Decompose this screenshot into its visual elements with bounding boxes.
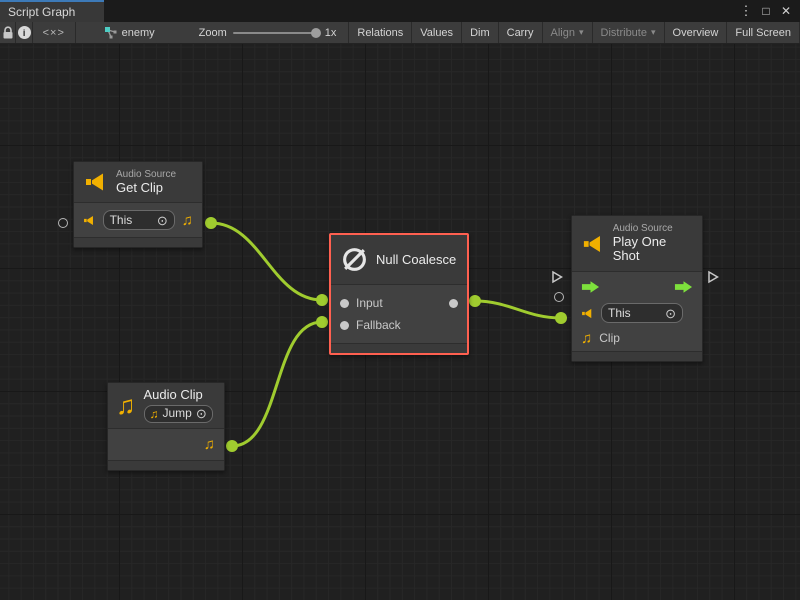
node-footer: [74, 237, 202, 247]
values-button[interactable]: Values: [412, 22, 462, 43]
this-dropdown[interactable]: This ⊙: [601, 303, 683, 323]
zoom-slider[interactable]: [233, 32, 319, 34]
flow-out-arrow-icon[interactable]: [674, 280, 693, 294]
input-port[interactable]: [340, 299, 349, 308]
audio-clip-output-icon[interactable]: ♫: [182, 213, 193, 228]
graph-name: enemy: [122, 27, 155, 39]
wire-endpoint[interactable]: [205, 217, 217, 229]
tab-script-graph[interactable]: Script Graph: [0, 0, 104, 22]
chevron-down-icon: ▾: [579, 27, 584, 38]
tab-bar: Script Graph ⋮ □ ✕: [0, 0, 800, 22]
lock-icon: [1, 25, 15, 40]
wire-endpoint[interactable]: [316, 316, 328, 328]
wire-endpoint[interactable]: [226, 440, 238, 452]
node-footer: [108, 460, 224, 470]
zoom-slider-handle[interactable]: [311, 28, 321, 38]
window-controls: ⋮ □ ✕: [738, 0, 800, 22]
distribute-button: Distribute ▾: [593, 22, 665, 43]
node-title: Get Clip: [116, 181, 176, 196]
wire-getclip-to-input[interactable]: [211, 223, 322, 300]
close-icon[interactable]: ✕: [778, 4, 794, 18]
flow-port-row: [572, 272, 702, 301]
node-title: Play One Shot: [613, 235, 692, 265]
this-port-row: This ⊙: [572, 301, 702, 325]
node-audio-clip[interactable]: ♫ Audio Clip ♫ Jump ⊙ ♫: [107, 382, 225, 471]
flow-in-arrow-icon[interactable]: [581, 280, 600, 294]
audio-clip-icon: ♫: [116, 392, 136, 418]
audio-source-icon: [581, 307, 594, 320]
node-title: Audio Clip: [144, 388, 213, 403]
code-view-button[interactable]: <×>: [33, 22, 76, 43]
graph-canvas[interactable]: Audio Source Get Clip This ⊙ ♫: [0, 44, 800, 600]
node-category: Audio Source: [613, 223, 692, 235]
node-null-coalesce[interactable]: Null Coalesce Input Fallback: [329, 233, 469, 355]
window-menu-icon[interactable]: ⋮: [738, 3, 754, 19]
zoom-label: Zoom: [199, 27, 227, 39]
node-footer: [331, 343, 467, 353]
overview-button[interactable]: Overview: [665, 22, 728, 43]
tab-label: Script Graph: [8, 5, 75, 19]
node-header[interactable]: Audio Source Play One Shot: [572, 216, 702, 272]
info-icon: i: [18, 26, 31, 39]
toolbar-buttons: Relations Values Dim Carry Align ▾ Distr…: [349, 22, 800, 43]
get-clip-this-port[interactable]: [58, 218, 68, 228]
wire-audioclip-to-fallback[interactable]: [232, 322, 322, 446]
node-header[interactable]: Audio Source Get Clip: [74, 162, 202, 203]
dim-button[interactable]: Dim: [462, 22, 499, 43]
chevron-down-icon: ▾: [651, 27, 656, 38]
wire-output-to-clip[interactable]: [475, 301, 561, 318]
object-picker-icon[interactable]: ⊙: [196, 407, 207, 420]
zoom-control: Zoom 1x: [191, 22, 350, 43]
play-one-shot-this-port[interactable]: [554, 292, 564, 302]
align-button: Align ▾: [543, 22, 593, 43]
maximize-icon[interactable]: □: [758, 4, 774, 18]
object-picker-icon[interactable]: ⊙: [157, 214, 168, 227]
node-port-row: This ⊙ ♫: [74, 203, 202, 237]
graph-breadcrumb[interactable]: enemy: [94, 22, 165, 43]
music-note-icon: ♫: [150, 408, 159, 420]
wire-endpoint[interactable]: [469, 295, 481, 307]
node-port-row: ♫: [108, 429, 224, 460]
script-graph-window: Script Graph ⋮ □ ✕ i <×>: [0, 0, 800, 600]
music-note-icon: ♫: [581, 331, 592, 346]
node-title: Null Coalesce: [376, 252, 456, 267]
lock-button[interactable]: [0, 22, 16, 43]
clip-port-row: ♫ Clip: [572, 325, 702, 351]
wire-endpoint[interactable]: [316, 294, 328, 306]
wire-endpoint[interactable]: [555, 312, 567, 324]
zoom-value: 1x: [325, 27, 337, 39]
fullscreen-button[interactable]: Full Screen: [727, 22, 800, 43]
carry-button[interactable]: Carry: [499, 22, 543, 43]
output-port[interactable]: [449, 299, 458, 308]
object-picker-icon[interactable]: ⊙: [665, 307, 676, 320]
audio-source-icon: [582, 232, 605, 256]
graph-toolbar: i <×> enemy Zoom 1x Relations Values: [0, 22, 800, 44]
null-coalesce-icon: [341, 246, 368, 273]
audio-source-icon: [83, 214, 96, 227]
code-icon: <×>: [43, 27, 65, 39]
input-port-row: Input: [331, 292, 467, 314]
graph-icon: [104, 26, 117, 39]
node-play-one-shot[interactable]: Audio Source Play One Shot This ⊙: [571, 215, 703, 362]
info-button[interactable]: i: [16, 22, 32, 43]
play-one-shot-flow-out-port[interactable]: [707, 270, 719, 284]
node-footer: [572, 351, 702, 361]
node-header[interactable]: ♫ Audio Clip ♫ Jump ⊙: [108, 383, 224, 429]
this-dropdown[interactable]: This ⊙: [103, 210, 175, 230]
relations-button[interactable]: Relations: [349, 22, 412, 43]
play-one-shot-flow-in-port[interactable]: [551, 270, 563, 284]
node-category: Audio Source: [116, 169, 176, 181]
node-get-clip[interactable]: Audio Source Get Clip This ⊙ ♫: [73, 161, 203, 248]
audio-source-icon: [84, 170, 108, 194]
fallback-port-row: Fallback: [331, 314, 467, 336]
audio-clip-output-icon[interactable]: ♫: [204, 437, 215, 452]
audio-clip-field[interactable]: ♫ Jump ⊙: [144, 405, 213, 423]
node-header[interactable]: Null Coalesce: [331, 235, 467, 285]
fallback-port[interactable]: [340, 321, 349, 330]
